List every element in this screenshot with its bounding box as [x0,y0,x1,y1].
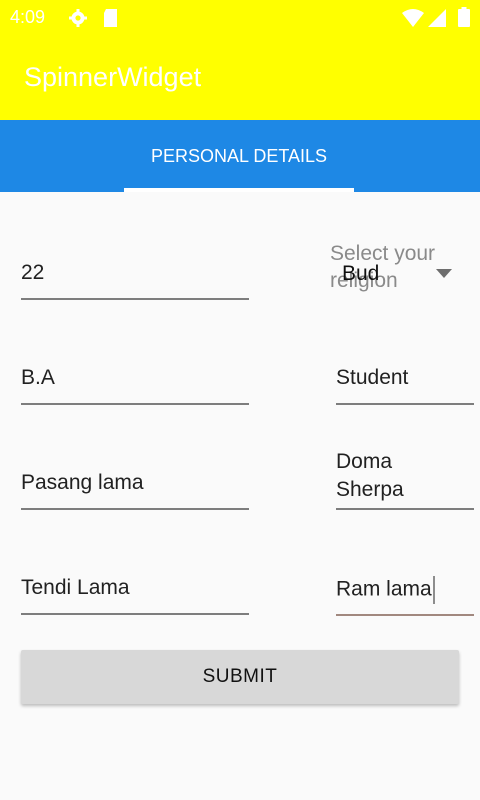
age-underline [21,298,249,300]
signal-icon [428,9,446,31]
status-time: 4:09 [10,7,46,27]
guardian-name-field[interactable]: Ram lama [336,568,474,616]
tab-bar: PERSONAL DETAILS [0,120,480,192]
status-bar: 4:09 [0,0,480,36]
sd-card-icon [102,8,120,32]
dropdown-arrow-icon [436,269,452,278]
father-name-field[interactable]: Tendi Lama [21,570,249,615]
occupation-field[interactable]: Student [336,360,474,405]
age-field[interactable]: 22 [21,255,249,300]
submit-label: SUBMIT [202,666,278,687]
religion-spinner[interactable]: Select your religion Bud [330,240,460,295]
father-name-underline [21,613,249,615]
app-title: SpinnerWidget [24,62,202,92]
text-cursor [432,576,435,604]
father-name-value: Tendi Lama [21,576,130,599]
submit-button[interactable]: SUBMIT [21,650,459,704]
wifi-icon [402,9,424,31]
guardian-name-text: Ram lama [336,577,432,601]
mother-name-line1: Doma [336,452,393,473]
name-underline [21,508,249,510]
mother-name-line2: Sherpa [336,478,404,501]
mother-name-field[interactable]: Doma Sherpa [336,452,474,510]
app-bar: SpinnerWidget [0,36,480,120]
age-value: 22 [21,261,45,284]
battery-icon [458,7,470,31]
education-underline [21,403,249,405]
settings-icon [68,8,88,32]
religion-selected: Bud [342,262,380,285]
occupation-underline [336,403,474,405]
guardian-name-value: Ram lama [336,576,435,604]
occupation-value: Student [336,366,409,389]
education-field[interactable]: B.A [21,360,249,405]
name-value: Pasang lama [21,471,144,494]
tab-personal-details[interactable]: PERSONAL DETAILS [124,120,354,192]
tab-label: PERSONAL DETAILS [150,146,328,166]
mother-name-underline [336,508,474,510]
name-field[interactable]: Pasang lama [21,465,249,510]
education-value: B.A [21,366,55,389]
guardian-name-underline [336,614,474,616]
tab-indicator [124,188,354,192]
